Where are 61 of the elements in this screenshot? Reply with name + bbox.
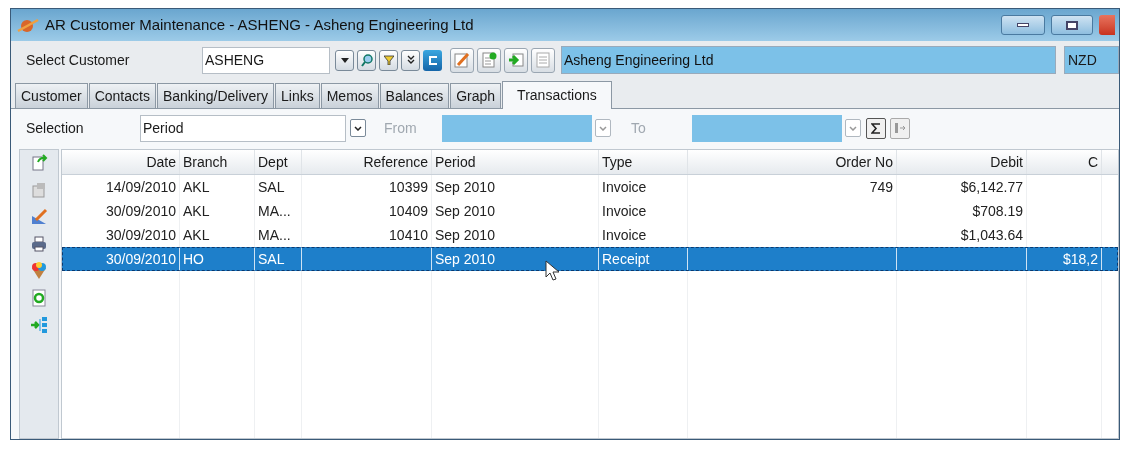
- select-customer-label: Select Customer: [26, 50, 131, 70]
- dropdown-button[interactable]: [335, 49, 354, 71]
- customer-name-field: Asheng Engineering Ltd: [561, 46, 1056, 74]
- from-field[interactable]: [442, 114, 592, 142]
- table-cell: SAL: [255, 247, 302, 271]
- tab[interactable]: Customer: [15, 83, 88, 108]
- sigma-icon: [871, 122, 881, 134]
- table-row[interactable]: 30/09/2010 HO SAL Sep 2010 Receipt $18,2: [62, 247, 1118, 271]
- column-header[interactable]: C: [1027, 150, 1102, 174]
- column-header[interactable]: Period: [432, 150, 599, 174]
- mouse-pointer-icon: [545, 260, 561, 282]
- table-cell: $18,2: [1027, 247, 1102, 271]
- close-button[interactable]: [1099, 15, 1115, 35]
- tab[interactable]: Links: [275, 83, 320, 108]
- caret-icon: [340, 57, 349, 63]
- column-header[interactable]: Order No: [688, 150, 897, 174]
- app-logo-icon: [17, 17, 39, 33]
- chevron-icon: [599, 125, 607, 131]
- edit-button[interactable]: [450, 47, 474, 73]
- table-cell: 30/09/2010: [62, 247, 180, 271]
- column-header[interactable]: Date: [62, 150, 180, 174]
- pencil-icon: [454, 52, 470, 68]
- from-label: From: [384, 118, 418, 138]
- selection-dropdown[interactable]: Period: [140, 114, 346, 142]
- tab[interactable]: Transactions: [502, 81, 612, 109]
- notes-icon: [535, 52, 551, 68]
- tab[interactable]: Contacts: [88, 83, 156, 108]
- currency-field: NZD: [1064, 46, 1119, 74]
- column-header[interactable]: Dept: [255, 150, 302, 174]
- table-cell: Receipt: [599, 247, 688, 271]
- expand-button[interactable]: [401, 49, 420, 71]
- column-header[interactable]: Debit: [897, 150, 1027, 174]
- tab[interactable]: Balances: [379, 83, 450, 108]
- funnel-icon: [383, 55, 394, 65]
- sum-button[interactable]: [866, 117, 886, 139]
- customer-code-field[interactable]: ASHENG: [202, 46, 330, 74]
- chevron-icon: [849, 125, 857, 131]
- double-chevron-icon: [406, 55, 415, 65]
- chevron-icon: [354, 125, 362, 131]
- hierarchy-arrow-icon[interactable]: [28, 314, 50, 336]
- arrow-document-icon: [508, 52, 524, 68]
- selection-label: Selection: [26, 118, 85, 138]
- tab[interactable]: Memos: [320, 83, 379, 108]
- import-button[interactable]: [504, 47, 528, 73]
- column-header[interactable]: Type: [599, 150, 688, 174]
- column-header[interactable]: Branch: [180, 150, 255, 174]
- search-icon: [360, 53, 373, 67]
- to-field[interactable]: [692, 114, 842, 142]
- table-cell: HO: [180, 247, 255, 271]
- minimize-button[interactable]: [1001, 15, 1045, 35]
- tab[interactable]: Banking/Delivery: [156, 83, 274, 108]
- filter-button[interactable]: [379, 49, 398, 71]
- column-header[interactable]: Reference: [302, 150, 432, 174]
- maximize-button[interactable]: [1051, 15, 1093, 35]
- new-document-button[interactable]: [477, 47, 501, 73]
- notes-button[interactable]: [531, 47, 555, 73]
- bar-arrow-icon: [894, 122, 906, 134]
- window-title: AR Customer Maintenance - ASHENG - Asheng Engineering Ltd: [45, 14, 474, 35]
- tab[interactable]: Graph: [450, 83, 502, 108]
- to-label: To: [631, 118, 647, 138]
- search-button[interactable]: [357, 49, 376, 71]
